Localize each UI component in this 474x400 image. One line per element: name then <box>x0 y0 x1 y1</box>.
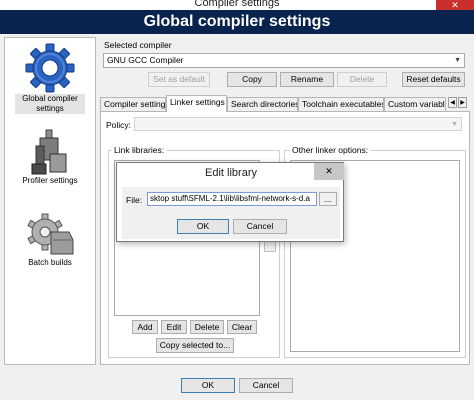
copy-selected-to-button[interactable]: Copy selected to... <box>156 338 234 353</box>
tab-compiler-settings[interactable]: Compiler settings <box>100 97 166 111</box>
page-title: Global compiler settings <box>0 10 474 34</box>
dialog-body: File: sktop stuff\SFML-2.1\lib\libsfml-n… <box>122 187 340 239</box>
add-library-button[interactable]: Add <box>132 320 158 334</box>
footer: OK Cancel <box>0 368 474 400</box>
window-close-button[interactable]: ✕ <box>436 0 474 10</box>
link-libraries-label: Link libraries: <box>112 145 167 155</box>
selected-compiler-label: Selected compiler <box>104 40 172 50</box>
title-bar: Compiler settings ✕ <box>0 0 474 10</box>
sidebar-item-profiler[interactable]: Profiler settings <box>5 128 95 186</box>
chevron-down-icon: ▼ <box>451 121 458 128</box>
sidebar-item-label: Profiler settings <box>22 176 78 185</box>
delete-compiler-button[interactable]: Delete <box>337 72 387 87</box>
gear-icon <box>25 43 75 93</box>
dialog-cancel-button[interactable]: Cancel <box>233 219 287 234</box>
sidebar-item-global-compiler[interactable]: Global compiler settings <box>5 42 95 114</box>
tab-scroll-left-icon[interactable]: ◀ <box>448 97 457 108</box>
dialog-ok-button[interactable]: OK <box>177 219 229 234</box>
tab-toolchain-executables[interactable]: Toolchain executables <box>298 97 384 111</box>
tab-linker-settings[interactable]: Linker settings <box>166 95 227 112</box>
reset-defaults-button[interactable]: Reset defaults <box>402 72 465 87</box>
edit-library-dialog: Edit library ✕ File: sktop stuff\SFML-2.… <box>116 162 344 242</box>
tab-search-directories[interactable]: Search directories <box>227 97 298 111</box>
sidebar-item-batch-builds[interactable]: Batch builds <box>5 210 95 268</box>
compiler-settings-window: Compiler settings ✕ Global compiler sett… <box>0 0 474 400</box>
library-file-input[interactable]: sktop stuff\SFML-2.1\lib\libsfml-network… <box>147 192 317 206</box>
file-label: File: <box>126 195 143 205</box>
profiler-icon <box>31 129 67 175</box>
delete-library-button[interactable]: Delete <box>190 320 224 334</box>
compiler-select-value: GNU GCC Compiler <box>107 55 184 65</box>
batch-gear-icon <box>27 213 74 255</box>
compiler-select[interactable]: GNU GCC Compiler ▼ <box>103 53 465 68</box>
tab-scroll-right-icon[interactable]: ▶ <box>458 97 467 108</box>
browse-file-button[interactable]: ... <box>319 192 337 206</box>
edit-library-button[interactable]: Edit <box>161 320 187 334</box>
set-as-default-button[interactable]: Set as default <box>148 72 210 87</box>
sidebar-item-label: settings <box>15 104 85 114</box>
dialog-close-button[interactable]: ✕ <box>314 163 344 180</box>
tab-custom-variables[interactable]: Custom variable <box>384 97 446 111</box>
copy-compiler-button[interactable]: Copy <box>227 72 277 87</box>
clear-libraries-button[interactable]: Clear <box>227 320 257 334</box>
sidebar-item-label: Batch builds <box>28 258 72 267</box>
chevron-down-icon: ▼ <box>454 57 461 64</box>
window-title: Compiler settings <box>194 0 280 9</box>
sidebar-item-label: Global compiler <box>15 94 85 104</box>
other-linker-options-label: Other linker options: <box>290 145 371 155</box>
category-sidebar: Global compiler settings Profiler settin… <box>4 37 96 365</box>
policy-label: Policy: <box>106 120 132 130</box>
policy-select[interactable]: ▼ <box>134 117 462 131</box>
dialog-title: Edit library <box>205 167 257 179</box>
rename-compiler-button[interactable]: Rename <box>280 72 334 87</box>
ok-button[interactable]: OK <box>181 378 235 393</box>
cancel-button[interactable]: Cancel <box>239 378 293 393</box>
